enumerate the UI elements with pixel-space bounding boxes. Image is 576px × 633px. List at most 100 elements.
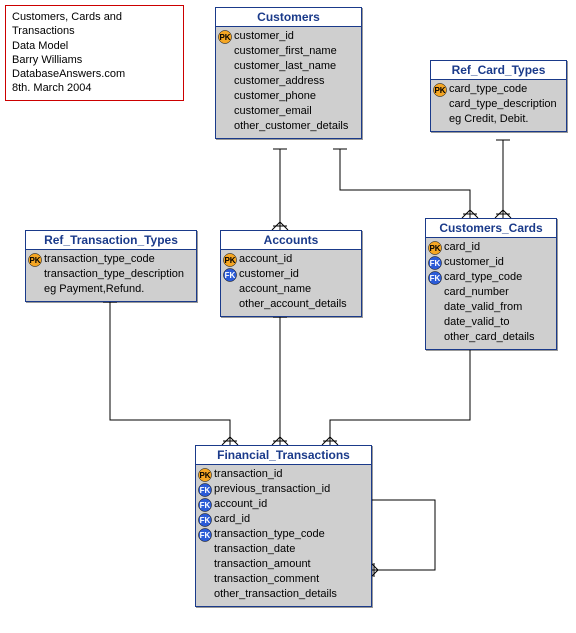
svg-text:FK: FK bbox=[200, 531, 211, 540]
column-name: transaction_type_description bbox=[44, 267, 184, 282]
column-row: PKcard_id bbox=[428, 240, 554, 255]
column-row: card_number bbox=[428, 285, 554, 300]
fk-key-icon: FK bbox=[428, 271, 442, 285]
entity-ref-transaction-types: Ref_Transaction_Types PKtransaction_type… bbox=[25, 230, 197, 302]
entity-title: Customers bbox=[216, 8, 361, 27]
info-date: 8th. March 2004 bbox=[12, 81, 177, 95]
column-name: other_card_details bbox=[444, 330, 535, 345]
key-spacer bbox=[223, 283, 237, 297]
svg-text:PK: PK bbox=[219, 33, 230, 42]
column-row: eg Credit, Debit. bbox=[433, 112, 564, 127]
column-name: date_valid_to bbox=[444, 315, 509, 330]
fk-key-icon: FK bbox=[223, 268, 237, 282]
entity-body: PKtransaction_type_codetransaction_type_… bbox=[26, 250, 196, 301]
entity-accounts: Accounts PKaccount_idFKcustomer_idaccoun… bbox=[220, 230, 362, 317]
column-row: date_valid_to bbox=[428, 315, 554, 330]
column-row: account_name bbox=[223, 282, 359, 297]
key-spacer bbox=[428, 316, 442, 330]
info-source: DatabaseAnswers.com bbox=[12, 67, 177, 81]
key-spacer bbox=[218, 45, 232, 59]
column-row: other_customer_details bbox=[218, 119, 359, 134]
column-name: card_id bbox=[214, 512, 250, 527]
key-spacer bbox=[218, 120, 232, 134]
column-name: transaction_type_code bbox=[214, 527, 325, 542]
entity-title: Ref_Transaction_Types bbox=[26, 231, 196, 250]
column-name: customer_id bbox=[234, 29, 294, 44]
pk-key-icon: PK bbox=[28, 253, 42, 267]
column-row: FKprevious_transaction_id bbox=[198, 482, 369, 497]
column-row: other_account_details bbox=[223, 297, 359, 312]
column-row: eg Payment,Refund. bbox=[28, 282, 194, 297]
column-name: card_number bbox=[444, 285, 509, 300]
entity-body: PKcustomer_idcustomer_first_namecustomer… bbox=[216, 27, 361, 138]
column-name: account_id bbox=[239, 252, 292, 267]
entity-customers-cards: Customers_Cards PKcard_idFKcustomer_idFK… bbox=[425, 218, 557, 350]
fk-key-icon: FK bbox=[198, 528, 212, 542]
svg-text:PK: PK bbox=[224, 256, 235, 265]
entity-body: PKcard_type_codecard_type_descriptioneg … bbox=[431, 80, 566, 131]
key-spacer bbox=[433, 113, 447, 127]
fk-key-icon: FK bbox=[198, 498, 212, 512]
key-spacer bbox=[223, 298, 237, 312]
column-name: customer_phone bbox=[234, 89, 316, 104]
column-row: other_card_details bbox=[428, 330, 554, 345]
column-row: FKcard_type_code bbox=[428, 270, 554, 285]
entity-customers: Customers PK customer_idcustomer_first_na… bbox=[215, 7, 362, 139]
column-row: customer_last_name bbox=[218, 59, 359, 74]
column-name: other_account_details bbox=[239, 297, 347, 312]
key-spacer bbox=[218, 60, 232, 74]
column-row: transaction_date bbox=[198, 542, 369, 557]
entity-title: Customers_Cards bbox=[426, 219, 556, 238]
fk-key-icon: FK bbox=[428, 256, 442, 270]
key-spacer bbox=[28, 268, 42, 282]
column-name: eg Credit, Debit. bbox=[449, 112, 528, 127]
entity-title: Accounts bbox=[221, 231, 361, 250]
diagram-info-box: Customers, Cards and Transactions Data M… bbox=[5, 5, 184, 101]
column-name: other_transaction_details bbox=[214, 587, 337, 602]
info-title: Customers, Cards and Transactions bbox=[12, 10, 177, 39]
column-name: transaction_amount bbox=[214, 557, 311, 572]
column-name: date_valid_from bbox=[444, 300, 522, 315]
column-name: card_type_description bbox=[449, 97, 557, 112]
column-row: date_valid_from bbox=[428, 300, 554, 315]
fk-key-icon: FK bbox=[198, 513, 212, 527]
column-name: card_id bbox=[444, 240, 480, 255]
column-name: transaction_date bbox=[214, 542, 295, 557]
column-row: PKcard_type_code bbox=[433, 82, 564, 97]
info-author: Barry Williams bbox=[12, 53, 177, 67]
svg-text:FK: FK bbox=[200, 501, 211, 510]
column-row: transaction_comment bbox=[198, 572, 369, 587]
key-spacer bbox=[218, 105, 232, 119]
svg-text:FK: FK bbox=[430, 274, 441, 283]
key-spacer bbox=[433, 98, 447, 112]
column-row: PK account_id bbox=[223, 252, 359, 267]
column-name: customer_first_name bbox=[234, 44, 337, 59]
column-name: eg Payment,Refund. bbox=[44, 282, 144, 297]
column-name: customer_last_name bbox=[234, 59, 336, 74]
column-name: transaction_id bbox=[214, 467, 283, 482]
entity-title: Financial_Transactions bbox=[196, 446, 371, 465]
key-spacer bbox=[218, 90, 232, 104]
column-row: FKcustomer_id bbox=[428, 255, 554, 270]
svg-text:PK: PK bbox=[199, 471, 210, 480]
key-spacer bbox=[198, 558, 212, 572]
pk-key-icon: PK bbox=[218, 30, 232, 44]
entity-body: PKcard_idFKcustomer_idFKcard_type_codeca… bbox=[426, 238, 556, 349]
key-spacer bbox=[218, 75, 232, 89]
column-name: transaction_type_code bbox=[44, 252, 155, 267]
column-row: transaction_type_description bbox=[28, 267, 194, 282]
pk-key-icon: PK bbox=[428, 241, 442, 255]
pk-key-icon: PK bbox=[433, 83, 447, 97]
key-spacer bbox=[428, 331, 442, 345]
column-row: customer_email bbox=[218, 104, 359, 119]
column-row: FKtransaction_type_code bbox=[198, 527, 369, 542]
key-spacer bbox=[198, 543, 212, 557]
column-row: FKaccount_id bbox=[198, 497, 369, 512]
column-row: PK transaction_id bbox=[198, 467, 369, 482]
fk-key-icon: FK bbox=[198, 483, 212, 497]
column-name: transaction_comment bbox=[214, 572, 319, 587]
column-row: PK customer_id bbox=[218, 29, 359, 44]
column-name: account_id bbox=[214, 497, 267, 512]
key-spacer bbox=[28, 283, 42, 297]
key-spacer bbox=[428, 286, 442, 300]
